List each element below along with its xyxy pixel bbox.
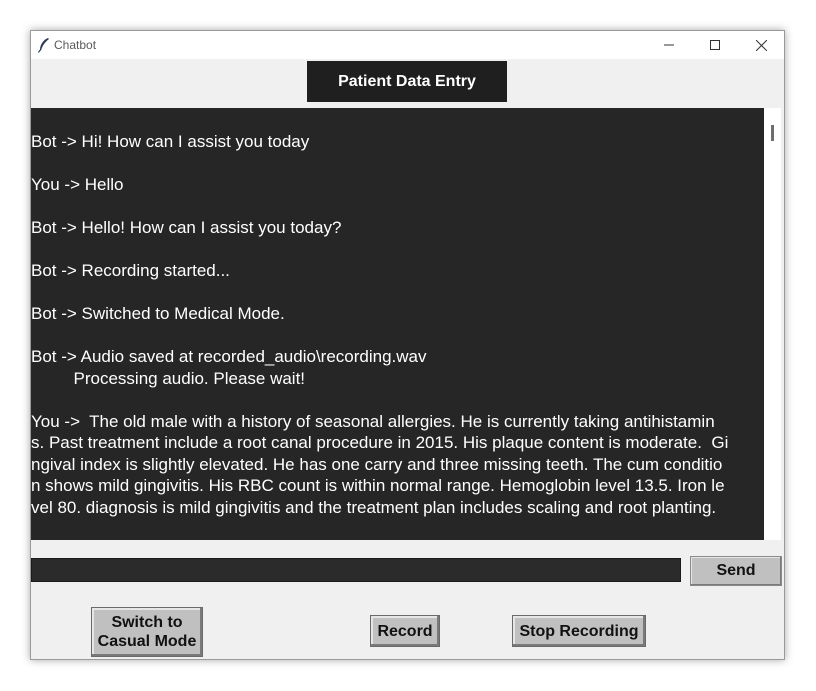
chat-message: You -> The old male with a history of se… [31, 411, 764, 519]
close-button[interactable] [738, 31, 784, 59]
chat-message-line: You -> The old male with a history of se… [31, 411, 715, 431]
patient-data-entry-header[interactable]: Patient Data Entry [307, 61, 507, 102]
chat-log[interactable]: Bot -> Hi! How can I assist you today You… [31, 108, 781, 540]
chat-message: Bot -> Hello! How can I assist you today… [31, 217, 764, 239]
minimize-button[interactable] [646, 31, 692, 59]
maximize-icon [710, 40, 720, 50]
chat-message-line: Processing audio. Please wait! [31, 368, 306, 388]
record-button[interactable]: Record [370, 615, 440, 647]
chat-message: Bot -> Hi! How can I assist you today [31, 131, 764, 153]
minimize-icon [664, 40, 674, 50]
chat-message-line: Bot -> Audio saved at recorded_audio\rec… [31, 347, 427, 366]
chat-message-line: Bot -> Recording started... [31, 261, 230, 280]
chat-message-line: Bot -> Switched to Medical Mode. [31, 304, 285, 323]
chat-message-line: You -> Hello [31, 175, 124, 194]
chat-message: Bot -> Recording started... [31, 260, 764, 282]
feather-icon [37, 37, 51, 53]
chat-messages: Bot -> Hi! How can I assist you today You… [31, 108, 764, 540]
chat-message-line: n shows mild gingivitis. His RBC count i… [31, 476, 725, 495]
chat-message: Bot -> Audio saved at recorded_audio\rec… [31, 346, 764, 389]
window-title: Chatbot [54, 38, 97, 52]
chat-scrollbar[interactable] [764, 108, 781, 540]
chat-message-line: s. Past treatment include a root canal p… [31, 433, 729, 452]
chat-message: You -> Hello [31, 174, 764, 196]
maximize-button[interactable] [692, 31, 738, 59]
stop-recording-button[interactable]: Stop Recording [512, 615, 646, 647]
close-icon [755, 39, 767, 51]
chat-message-line: vel 80. diagnosis is mild gingivitis and… [31, 497, 717, 517]
message-input[interactable] [31, 558, 681, 582]
chat-message-line: Bot -> Hello! How can I assist you today… [31, 218, 342, 237]
chat-message: Bot -> Switched to Medical Mode. [31, 303, 764, 325]
chatbot-window: Chatbot Patient Data Entry Bot -> Hi! Ho… [30, 30, 785, 660]
chat-message-line: ngival index is slightly elevated. He ha… [31, 454, 723, 474]
title-bar: Chatbot [31, 31, 784, 59]
switch-to-casual-mode-button[interactable]: Switch to Casual Mode [91, 607, 203, 657]
send-button[interactable]: Send [690, 556, 782, 586]
scrollbar-thumb[interactable] [771, 125, 774, 141]
chat-message-line: Bot -> Hi! How can I assist you today [31, 132, 310, 151]
